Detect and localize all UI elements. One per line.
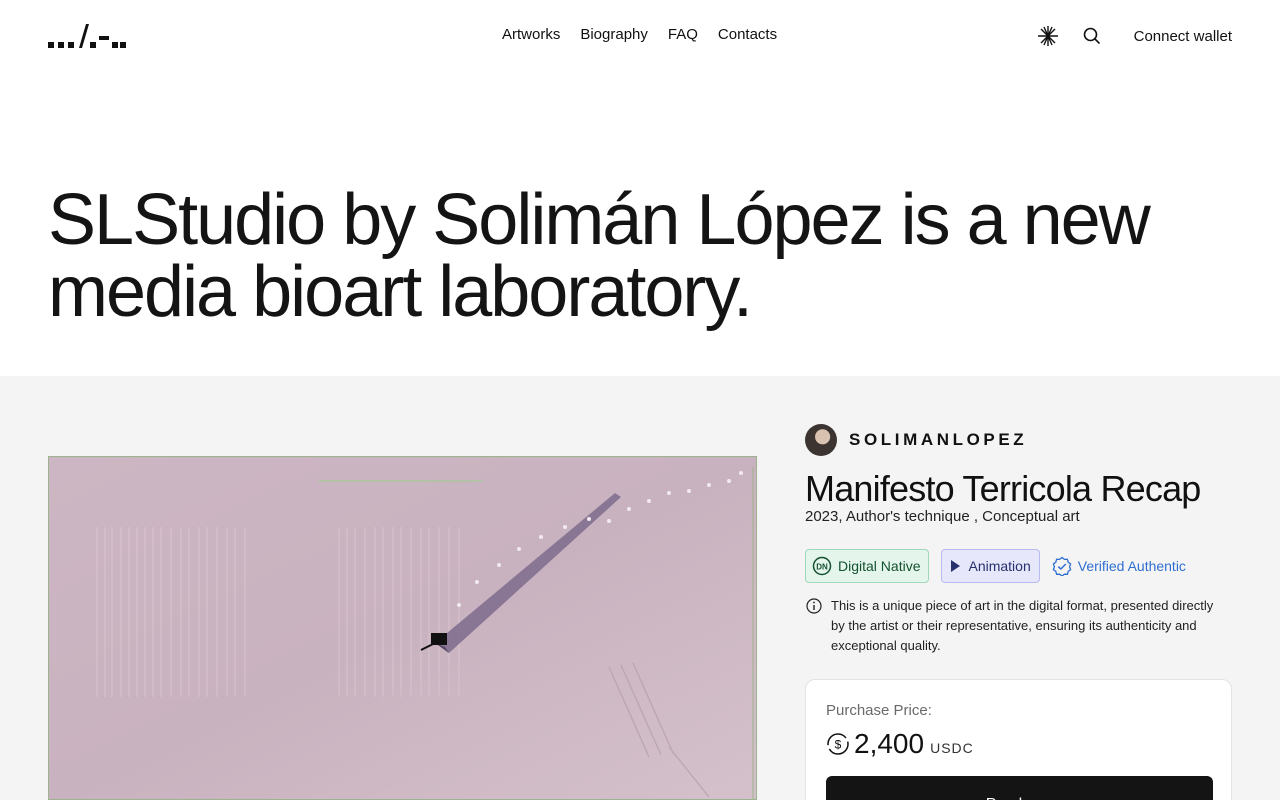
purchase-card: Purchase Price: $ 2,400 USDC Purchase bbox=[805, 679, 1232, 800]
dn-icon: DN bbox=[812, 556, 832, 576]
studio-logo[interactable] bbox=[48, 22, 128, 50]
artwork-meta: 2023, Author's technique , Conceptual ar… bbox=[805, 508, 1080, 525]
verified-check-icon bbox=[1052, 556, 1072, 576]
connect-wallet-button[interactable]: Connect wallet bbox=[1134, 28, 1232, 45]
sparkle-icon[interactable] bbox=[1036, 24, 1060, 48]
search-icon[interactable] bbox=[1082, 26, 1102, 46]
svg-text:DN: DN bbox=[816, 563, 828, 572]
price-label: Purchase Price: bbox=[826, 702, 932, 719]
dollar-coin-icon: $ bbox=[827, 733, 849, 755]
nav-contacts[interactable]: Contacts bbox=[718, 26, 777, 43]
artist-name[interactable]: SOLIMANLOPEZ bbox=[849, 430, 1027, 450]
nav-biography[interactable]: Biography bbox=[580, 26, 648, 43]
artwork-image[interactable] bbox=[48, 456, 757, 800]
nav-faq[interactable]: FAQ bbox=[668, 26, 698, 43]
header-actions: Connect wallet bbox=[1036, 24, 1232, 48]
artwork-title: Manifesto Terricola Recap bbox=[805, 468, 1201, 509]
main-nav: Artworks Biography FAQ Contacts bbox=[502, 26, 777, 43]
price-value: 2,400 bbox=[854, 728, 925, 759]
info-text: This is a unique piece of art in the dig… bbox=[831, 598, 1214, 653]
badge-row: DN Digital Native Animation Verified Aut… bbox=[805, 549, 1206, 583]
hero-title: SLStudio by Solimán López is a new media… bbox=[48, 180, 1151, 332]
artwork-section: SOLIMANLOPEZ Manifesto Terricola Recap 2… bbox=[0, 376, 1280, 800]
price-row: $ 2,400 USDC bbox=[826, 728, 974, 760]
digital-native-badge: DN Digital Native bbox=[805, 549, 930, 583]
avatar[interactable] bbox=[805, 424, 837, 456]
svg-text:$: $ bbox=[835, 738, 842, 752]
nav-artworks[interactable]: Artworks bbox=[502, 26, 560, 43]
purchase-button[interactable]: Purchase bbox=[826, 776, 1213, 800]
info-icon bbox=[806, 598, 822, 614]
digital-native-label: Digital Native bbox=[838, 558, 921, 574]
animation-label: Animation bbox=[968, 558, 1031, 574]
verified-label: Verified Authentic bbox=[1077, 558, 1186, 574]
site-header: Artworks Biography FAQ Contacts Connect … bbox=[0, 0, 1280, 72]
price-currency: USDC bbox=[930, 740, 974, 756]
artist-row[interactable]: SOLIMANLOPEZ bbox=[805, 424, 1027, 456]
animation-badge: Animation bbox=[941, 549, 1040, 583]
verified-badge: Verified Authentic bbox=[1052, 549, 1194, 583]
info-note: This is a unique piece of art in the dig… bbox=[805, 596, 1225, 656]
play-icon bbox=[951, 560, 961, 572]
